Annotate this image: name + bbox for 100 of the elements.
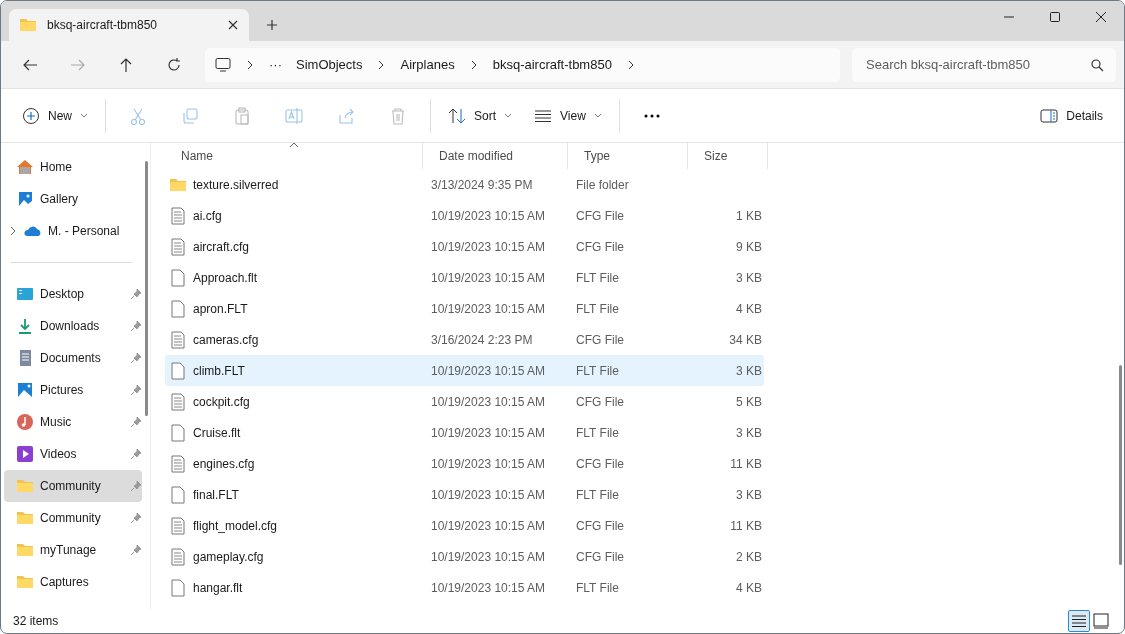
folder-icon: [16, 477, 34, 495]
pin-icon[interactable]: [130, 448, 142, 460]
size-cell-text: 34 KB: [728, 331, 763, 349]
new-button[interactable]: New: [13, 98, 97, 133]
type-cell-text: FLT File: [575, 362, 620, 380]
file-row[interactable]: ai.cfg 10/19/2023 10:15 AM CFG File 1 KB: [165, 200, 764, 231]
sidebar-item[interactable]: Music: [4, 406, 142, 438]
picture-icon: [16, 381, 34, 399]
file-name[interactable]: Cruise.flt: [193, 423, 241, 442]
file-row[interactable]: cockpit.cfg 10/19/2023 10:15 AM CFG File 5 KB: [165, 386, 764, 417]
details-pane-button[interactable]: Details: [1031, 98, 1112, 133]
file-name[interactable]: climb.FLT: [193, 361, 245, 380]
tab[interactable]: bksq-aircraft-tbm850: [9, 9, 249, 41]
folder-icon: [16, 509, 34, 527]
type-cell-text: CFG File: [575, 393, 625, 411]
file-row[interactable]: texture.silverred 3/13/2024 9:35 PM File folder: [165, 169, 764, 200]
details-view-button[interactable]: [1068, 610, 1090, 632]
sort-button[interactable]: Sort: [439, 98, 522, 133]
sidebar-item[interactable]: Gallery: [4, 183, 142, 215]
maximize-icon: [1049, 11, 1061, 23]
size-cell-text: 11 KB: [729, 455, 763, 473]
file-name[interactable]: engines.cfg: [193, 454, 255, 473]
pin-icon[interactable]: [130, 544, 142, 556]
address-bar[interactable]: ··· SimObjects Airplanes bksq-aircraft-tbm850: [205, 47, 840, 82]
file-row[interactable]: cameras.cfg 3/16/2024 2:23 PM CFG File 34 KB: [165, 324, 764, 355]
folder-icon: [19, 16, 37, 34]
pin-icon[interactable]: [130, 384, 142, 396]
file-name[interactable]: cockpit.cfg: [193, 392, 250, 411]
sidebar-item[interactable]: Community: [4, 502, 142, 534]
sidebar-item[interactable]: Videos: [4, 438, 142, 470]
sort-caret-icon: [288, 142, 299, 148]
folder-icon: [16, 573, 34, 591]
scrollbar[interactable]: [1119, 365, 1122, 565]
file-row[interactable]: hangar.flt 10/19/2023 10:15 AM FLT File 4 KB: [165, 572, 764, 603]
size-cell-text: 3 KB: [735, 486, 763, 504]
size-cell-text: 9 KB: [735, 238, 763, 256]
pin-icon[interactable]: [130, 352, 142, 364]
file-name[interactable]: Approach.flt: [193, 268, 258, 287]
rename-icon: [285, 106, 303, 125]
file-icon: [169, 268, 187, 287]
breadcrumb[interactable]: bksq-aircraft-tbm850: [492, 54, 612, 75]
pin-icon[interactable]: [130, 320, 142, 332]
breadcrumb[interactable]: Airplanes: [400, 54, 455, 75]
file-name[interactable]: gameplay.cfg: [193, 547, 264, 566]
chevron-icon[interactable]: [8, 225, 18, 237]
more-icon: [642, 113, 661, 118]
sidebar-item[interactable]: Home: [4, 151, 142, 183]
file-row[interactable]: climb.FLT 10/19/2023 10:15 AM FLT File 3 KB: [165, 355, 764, 386]
clipboard-icon: [233, 106, 251, 125]
file-row[interactable]: gameplay.cfg 10/19/2023 10:15 AM CFG File 2 KB: [165, 541, 764, 572]
file-row[interactable]: apron.FLT 10/19/2023 10:15 AM FLT File 4 KB: [165, 293, 764, 324]
file-row[interactable]: aircraft.cfg 10/19/2023 10:15 AM CFG File 9 KB: [165, 231, 764, 262]
pin-icon[interactable]: [130, 416, 142, 428]
sidebar-item[interactable]: M. - Personal: [4, 215, 142, 247]
sidebar-item[interactable]: Downloads: [4, 310, 142, 342]
file-name[interactable]: aircraft.cfg: [193, 237, 249, 256]
scrollbar[interactable]: [145, 161, 148, 416]
pin-icon[interactable]: [130, 288, 142, 300]
date-cell-text: 10/19/2023 10:15 AM: [430, 486, 547, 504]
sidebar-item[interactable]: Community: [4, 470, 142, 502]
close-icon[interactable]: [227, 19, 239, 31]
file-name[interactable]: ai.cfg: [193, 206, 222, 225]
file-row[interactable]: flight_model.cfg 10/19/2023 10:15 AM CFG File 11 KB: [165, 510, 764, 541]
file-name[interactable]: cameras.cfg: [193, 330, 259, 349]
file-row[interactable]: Approach.flt 10/19/2023 10:15 AM FLT File 3 KB: [165, 262, 764, 293]
breadcrumb[interactable]: SimObjects: [296, 54, 363, 75]
download-icon: [16, 317, 34, 335]
search-field[interactable]: Search bksq-aircraft-tbm850: [864, 49, 1090, 80]
pin-icon[interactable]: [130, 480, 142, 492]
file-name[interactable]: apron.FLT: [193, 299, 248, 318]
text-file-icon: [169, 237, 187, 256]
sidebar-item[interactable]: Pictures: [4, 374, 142, 406]
view-button[interactable]: View: [525, 98, 611, 133]
date-cell-text: 10/19/2023 10:15 AM: [430, 579, 547, 597]
file-name[interactable]: final.FLT: [193, 485, 239, 504]
breadcrumb-overflow[interactable]: ···: [269, 54, 282, 75]
sidebar-item[interactable]: Documents: [4, 342, 142, 374]
file-name[interactable]: flight_model.cfg: [193, 516, 278, 535]
date-cell-text: 10/19/2023 10:15 AM: [430, 300, 547, 318]
monitor-icon: [215, 56, 231, 73]
file-icon: [169, 299, 187, 318]
file-name[interactable]: texture.silverred: [193, 175, 279, 194]
music-icon: [16, 413, 34, 431]
sidebar-item[interactable]: Captures: [4, 566, 142, 598]
sidebar-item[interactable]: myTunage: [4, 534, 142, 566]
search-box[interactable]: Search bksq-aircraft-tbm850: [852, 47, 1116, 82]
file-row[interactable]: final.FLT 10/19/2023 10:15 AM FLT File 3 KB: [165, 479, 764, 510]
sidebar-item[interactable]: Desktop: [4, 278, 142, 310]
type-cell-text: CFG File: [575, 238, 625, 256]
text-file-icon: [169, 454, 187, 473]
file-row[interactable]: Cruise.flt 10/19/2023 10:15 AM FLT File 3 KB: [165, 417, 764, 448]
type-cell-text: CFG File: [575, 517, 625, 535]
pin-icon[interactable]: [130, 512, 142, 524]
file-name[interactable]: hangar.flt: [193, 578, 243, 597]
caret-icon: [80, 112, 88, 119]
share-icon: [337, 106, 355, 125]
caret-icon: [504, 112, 513, 119]
file-row[interactable]: engines.cfg 10/19/2023 10:15 AM CFG File 11 KB: [165, 448, 764, 479]
home-icon: [16, 158, 34, 176]
desktop-icon: [16, 285, 34, 303]
